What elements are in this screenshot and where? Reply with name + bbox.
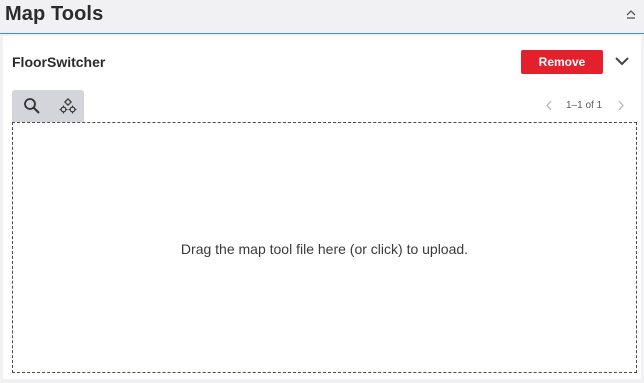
upload-dropzone[interactable]: Drag the map tool file here (or click) t… [12, 122, 637, 373]
tab-settings[interactable] [56, 95, 80, 117]
chevron-left-icon[interactable] [543, 99, 555, 112]
tool-tabs [12, 90, 84, 122]
search-icon [24, 98, 40, 114]
chevron-down-icon[interactable] [614, 55, 630, 67]
remove-button[interactable]: Remove [521, 50, 603, 74]
collapse-icon[interactable] [624, 7, 638, 23]
chevron-right-icon[interactable] [615, 99, 627, 112]
settings-icon [59, 98, 77, 114]
map-tool-name: FloorSwitcher [12, 54, 106, 70]
section-header: Map Tools [0, 0, 644, 34]
map-tool-panel: FloorSwitcher Remove 1–1 of 1 Drag the m… [3, 36, 641, 379]
tab-search[interactable] [20, 95, 44, 117]
section-title: Map Tools [5, 3, 104, 25]
map-tools-page: Map Tools FloorSwitcher Remove 1–1 of 1 … [0, 0, 644, 383]
dropzone-text: Drag the map tool file here (or click) t… [180, 241, 469, 257]
pagination: 1–1 of 1 [543, 98, 627, 114]
pagination-info: 1–1 of 1 [566, 100, 603, 111]
